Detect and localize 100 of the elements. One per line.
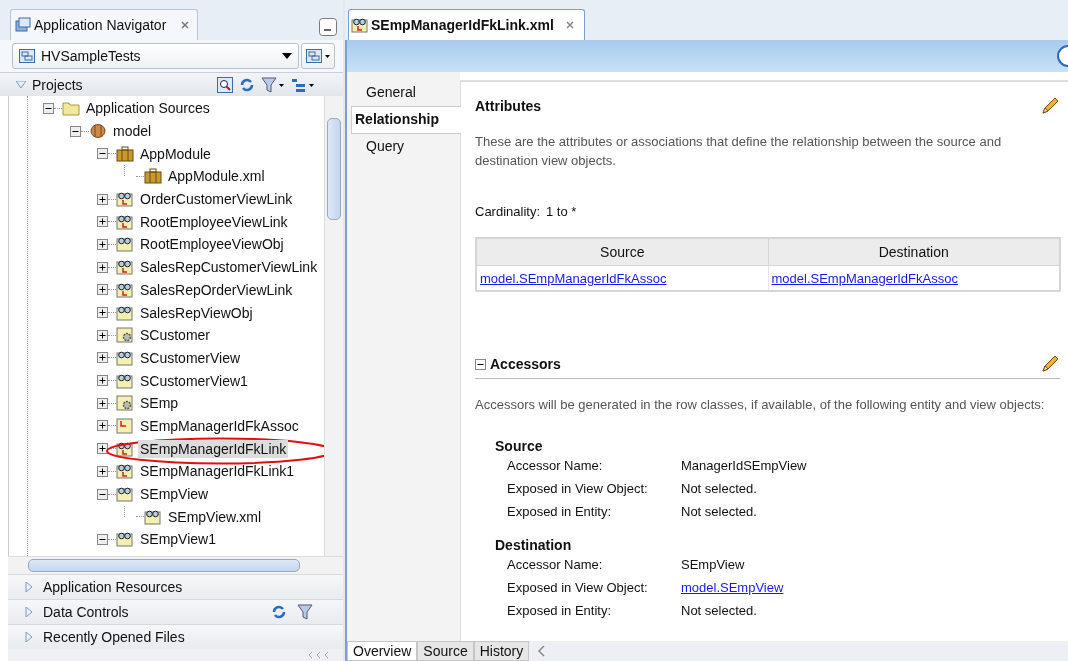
expander-icon[interactable] <box>70 125 81 137</box>
expander-icon[interactable] <box>97 488 108 500</box>
expander-icon[interactable] <box>97 375 108 387</box>
expander-icon[interactable] <box>97 238 108 250</box>
glasses-document-icon <box>116 372 134 389</box>
cardinality-value: 1 to * <box>546 204 577 219</box>
expander-icon[interactable] <box>97 216 108 228</box>
close-icon[interactable] <box>565 21 574 29</box>
field-label: Accessor Name: <box>507 557 604 572</box>
hierarchy-icon[interactable] <box>291 76 315 93</box>
association-link[interactable]: model.SEmpManagerIdFkAssoc <box>480 270 667 286</box>
column-header: Destination <box>768 238 1060 266</box>
tree-item[interactable]: SEmpView1 <box>138 530 218 549</box>
glasses-document-icon <box>116 281 134 298</box>
glasses-document-icon <box>116 531 134 548</box>
expander-icon[interactable] <box>97 307 108 319</box>
expander-icon[interactable] <box>43 102 54 114</box>
collapse-box-icon[interactable] <box>475 358 486 370</box>
tree-item[interactable]: SEmpManagerIdFkLink1 <box>138 462 297 481</box>
caret-icon <box>282 53 292 59</box>
tree-item[interactable]: SalesRepViewObj <box>138 303 255 322</box>
tree-item[interactable]: RootEmployeeViewObj <box>138 235 286 254</box>
folder-icon <box>62 100 80 117</box>
tree-item[interactable]: SCustomer <box>138 326 213 345</box>
expander-icon[interactable] <box>97 284 108 296</box>
tree-item[interactable]: model <box>111 122 154 141</box>
tree-item[interactable]: OrderCustomerViewLink <box>138 190 295 209</box>
pencil-icon[interactable] <box>1040 96 1060 116</box>
gear-document-icon <box>116 395 134 412</box>
briefcase-icon <box>116 145 134 162</box>
bottom-tab[interactable]: Source <box>417 641 474 661</box>
package-icon <box>89 123 107 140</box>
section-description: Accessors will be generated in the row classes, if available, of the following entity and view objects: <box>475 396 1046 414</box>
link-document-icon <box>116 417 134 434</box>
expander-icon[interactable] <box>97 193 108 205</box>
expander-icon[interactable] <box>97 397 108 409</box>
tree-item[interactable]: SEmpManagerIdFkLink <box>138 439 289 458</box>
bottom-tab[interactable]: Overview <box>347 641 418 661</box>
tree-item[interactable]: SCustomerView <box>138 348 243 367</box>
accordion-header[interactable]: Application Resources <box>43 579 333 595</box>
expander-icon[interactable] <box>97 533 108 545</box>
expander-icon[interactable] <box>97 352 108 364</box>
tree-item[interactable]: RootEmployeeViewLink <box>138 212 290 231</box>
expander-icon[interactable] <box>97 148 108 160</box>
application-dropdown[interactable]: HVSampleTests <box>12 43 299 69</box>
expander-icon[interactable] <box>97 261 108 273</box>
refresh-icon[interactable] <box>271 604 287 620</box>
cardinality-label: Cardinality: <box>475 204 541 219</box>
scroll-left-icon[interactable] <box>537 645 546 657</box>
group-title: Source <box>495 438 544 454</box>
field-label: Exposed in Entity: <box>507 603 613 618</box>
field-value: Not selected. <box>681 603 757 618</box>
filter-icon[interactable] <box>297 604 313 620</box>
side-tab[interactable]: Query <box>351 134 460 160</box>
tree-item[interactable]: SalesRepOrderViewLink <box>138 280 295 299</box>
application-menu-icon <box>306 48 330 64</box>
tree-item[interactable]: SEmpView.xml <box>166 507 264 526</box>
horizontal-scrollbar[interactable] <box>8 556 343 574</box>
side-tab[interactable]: General <box>351 80 460 106</box>
accordion-header[interactable]: Recently Opened Files <box>43 629 333 645</box>
tree-item[interactable]: SalesRepCustomerViewLink <box>138 258 320 277</box>
view-object-link[interactable]: model.SEmpView <box>681 580 784 595</box>
search-icon[interactable] <box>217 76 233 93</box>
glasses-document-icon <box>116 213 134 230</box>
vertical-scrollbar[interactable] <box>324 96 343 556</box>
group-title: Destination <box>495 537 573 553</box>
tree-item[interactable]: AppModule.xml <box>166 167 267 186</box>
field-value: ManagerIdSEmpView <box>681 458 807 473</box>
field-value: Not selected. <box>681 504 757 519</box>
expander-icon[interactable] <box>97 465 108 477</box>
pencil-icon[interactable] <box>1040 354 1060 374</box>
glasses-document-icon <box>116 236 134 253</box>
tree-item[interactable]: AppModule <box>138 144 213 163</box>
filter-icon[interactable] <box>261 76 285 93</box>
minimize-button[interactable] <box>319 18 337 36</box>
tree-item[interactable]: SCustomerView1 <box>138 371 250 390</box>
expander-icon[interactable] <box>97 443 108 455</box>
association-link[interactable]: model.SEmpManagerIdFkAssoc <box>771 270 958 286</box>
tree-item[interactable]: Application Sources <box>84 99 212 118</box>
expander-icon[interactable] <box>97 329 108 341</box>
editor-tab[interactable]: SEmpManagerIdFkLink.xml <box>348 9 585 40</box>
tree-item[interactable]: SEmpView <box>138 485 211 504</box>
section-description: These are the attributes or associations that define the relationship between the source and destination view objects. <box>475 133 1003 170</box>
accordion-header[interactable]: Data Controls <box>43 604 261 620</box>
glasses-document-icon <box>116 259 134 276</box>
field-label: Accessor Name: <box>507 458 604 473</box>
tree-item[interactable]: SEmp <box>138 394 181 413</box>
application-menu-button[interactable] <box>301 43 335 69</box>
field-value: SEmpView <box>681 557 745 572</box>
application-icon <box>19 48 35 64</box>
close-icon[interactable] <box>181 21 190 29</box>
bottom-tab[interactable]: History <box>473 641 530 661</box>
glasses-document-icon <box>144 508 162 525</box>
navigator-tab[interactable]: Application Navigator <box>10 9 199 40</box>
section-title: Accessors <box>490 356 562 372</box>
refresh-icon[interactable] <box>239 76 255 93</box>
glasses-document-icon <box>116 486 134 503</box>
side-tab[interactable]: Relationship <box>351 106 461 134</box>
expander-icon[interactable] <box>97 420 108 432</box>
tree-item[interactable]: SEmpManagerIdFkAssoc <box>138 416 301 435</box>
